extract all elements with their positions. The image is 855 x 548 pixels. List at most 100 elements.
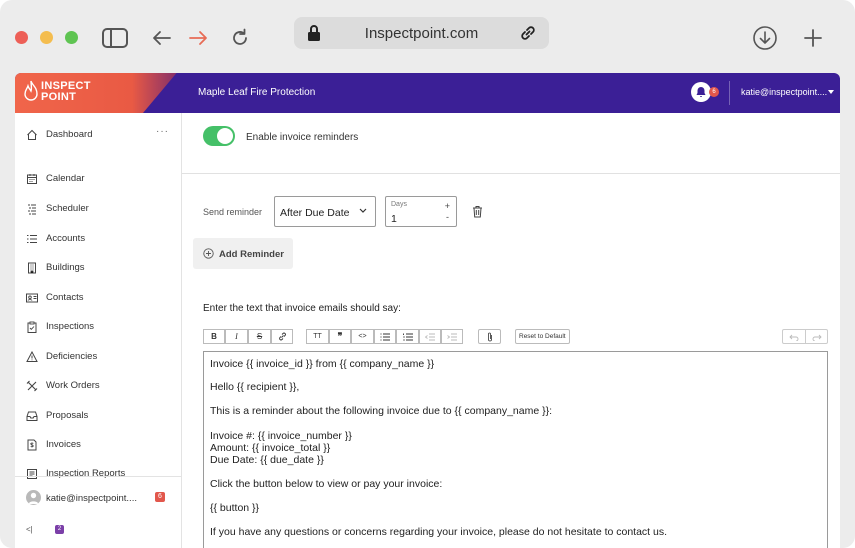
notification-count-badge: 6 (709, 87, 719, 97)
forward-arrow-icon[interactable] (184, 24, 212, 52)
minimize-window-button[interactable] (40, 31, 53, 44)
sidebar-item-calendar[interactable]: Calendar (15, 167, 182, 191)
sidebar-item-label: Inspection Reports (46, 468, 126, 479)
redo-icon[interactable] (812, 333, 822, 341)
add-reminder-label: Add Reminder (219, 249, 284, 260)
add-circle-icon (203, 248, 214, 259)
inbox-icon (26, 411, 38, 421)
flame-icon (24, 80, 38, 109)
increment-icon[interactable]: + (445, 201, 450, 211)
sidebar-item-label: Contacts (46, 292, 84, 303)
add-reminder-button[interactable]: Add Reminder (193, 238, 293, 269)
tools-icon (26, 380, 38, 392)
sidebar-item-label: Invoices (46, 439, 81, 450)
invoice-reminders-toggle[interactable] (203, 126, 235, 146)
days-value: 1 (391, 213, 397, 225)
logo[interactable]: INSPECT POINT (15, 73, 182, 113)
sidebar-item-label: Deficiencies (46, 351, 98, 362)
editor-line: Click the button below to view or pay yo… (210, 478, 443, 490)
strikethrough-icon[interactable]: S (248, 329, 271, 344)
browser-chrome: Inspectpoint.com (0, 0, 855, 72)
sidebar-item-accounts[interactable]: Accounts (15, 227, 182, 251)
main-content: Enable invoice reminders Send reminder A… (182, 113, 840, 548)
decrement-icon[interactable]: - (446, 212, 449, 222)
days-label: Days (391, 201, 407, 208)
back-arrow-icon[interactable] (148, 24, 176, 52)
user-menu[interactable]: katie@inspectpoint.... (741, 87, 827, 97)
warning-icon (26, 351, 38, 362)
caret-down-icon[interactable] (828, 90, 834, 94)
editor-line: Amount: {{ invoice_total }} (210, 442, 331, 454)
contact-card-icon (26, 293, 38, 303)
new-tab-icon[interactable] (799, 24, 827, 52)
sidebar-item-scheduler[interactable]: Scheduler (15, 197, 182, 221)
sidebar-item-deficiencies[interactable]: Deficiencies (15, 345, 182, 369)
sidebar-user-email: katie@inspectpoint.... (46, 493, 137, 504)
send-reminder-label: Send reminder (203, 207, 263, 217)
undo-redo-group (782, 329, 828, 344)
download-icon[interactable] (751, 24, 779, 52)
undo-icon[interactable] (789, 333, 799, 341)
sidebar-item-buildings[interactable]: Buildings (15, 256, 182, 280)
invoice-icon (27, 439, 37, 451)
text-size-icon[interactable]: TT (306, 329, 329, 344)
sidebar-item-invoices[interactable]: Invoices (15, 433, 182, 457)
quote-icon[interactable]: ❞ (329, 329, 351, 344)
sidebar-item-label: Dashboard (46, 129, 93, 140)
sidebar-user-menu[interactable]: katie@inspectpoint.... 6 (15, 486, 181, 510)
avatar (26, 490, 41, 505)
sidebar-item-label: Accounts (46, 233, 86, 244)
link-icon[interactable] (271, 329, 293, 344)
select-value: After Due Date (280, 207, 350, 219)
maximize-window-button[interactable] (65, 31, 78, 44)
calendar-icon (27, 174, 37, 184)
bold-icon[interactable]: B (203, 329, 225, 344)
delete-reminder-icon[interactable] (472, 205, 483, 223)
reset-to-default-button[interactable]: Reset to Default (515, 329, 570, 344)
company-name: Maple Leaf Fire Protection (198, 87, 316, 98)
notification-bell-icon[interactable] (691, 82, 711, 102)
indent-icon[interactable] (441, 329, 463, 344)
sidebar-item-label: Proposals (46, 410, 89, 421)
sidebar: Dashboard ··· Calendar Scheduler Account… (15, 113, 182, 548)
sidebar-item-label: Calendar (46, 173, 85, 184)
scheduler-icon (28, 204, 36, 215)
editor-line: Due Date: {{ due_date }} (210, 454, 324, 466)
outdent-icon[interactable] (419, 329, 441, 344)
close-window-button[interactable] (15, 31, 28, 44)
editor-title: Enter the text that invoice emails shoul… (203, 303, 401, 314)
more-options-icon[interactable]: ··· (156, 126, 169, 137)
attachment-icon[interactable] (478, 329, 501, 344)
chevron-down-icon (359, 208, 367, 213)
sidebar-item-contacts[interactable]: Contacts (15, 286, 182, 310)
sidebar-item-work-orders[interactable]: Work Orders (15, 374, 182, 398)
clipboard-icon (27, 321, 37, 333)
numbered-list-icon[interactable] (396, 329, 419, 344)
reload-icon[interactable] (226, 24, 254, 52)
link-icon[interactable] (519, 24, 537, 47)
app-window: INSPECT POINT Maple Leaf Fire Protection… (15, 73, 840, 548)
sidebar-item-inspection-reports[interactable]: Inspection Reports (15, 462, 182, 486)
sidebar-item-dashboard[interactable]: Dashboard ··· (15, 123, 182, 147)
toggle-label: Enable invoice reminders (246, 132, 359, 143)
sidebar-item-inspections[interactable]: Inspections (15, 315, 182, 339)
editor-line: Invoice #: {{ invoice_number }} (210, 430, 352, 442)
logo-text: INSPECT POINT (41, 80, 91, 103)
sidebar-toggle-icon[interactable] (101, 24, 129, 52)
home-icon (27, 129, 37, 140)
email-body-editor[interactable]: Invoice {{ invoice_id }} from {{ company… (203, 351, 828, 548)
collapse-sidebar-icon[interactable]: <| (26, 525, 33, 534)
italic-icon[interactable]: I (225, 329, 248, 344)
bullet-list-icon[interactable] (374, 329, 396, 344)
sidebar-item-label: Buildings (46, 262, 85, 273)
footer-badge: 2 (55, 525, 64, 534)
address-bar[interactable]: Inspectpoint.com (294, 17, 549, 49)
code-icon[interactable]: <> (351, 329, 374, 344)
days-input[interactable]: Days 1 + - (385, 196, 457, 227)
sidebar-item-label: Inspections (46, 321, 95, 332)
editor-line: {{ button }} (210, 502, 260, 514)
sidebar-item-label: Scheduler (46, 203, 89, 214)
sidebar-item-proposals[interactable]: Proposals (15, 404, 182, 428)
reminder-timing-select[interactable]: After Due Date (274, 196, 376, 227)
sidebar-user-badge: 6 (155, 492, 165, 502)
